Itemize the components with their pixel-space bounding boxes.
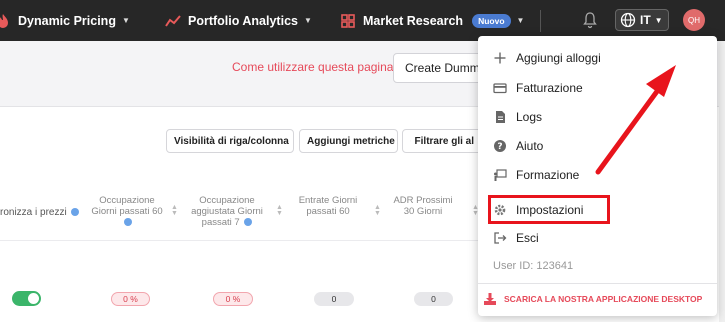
nav-dynamic-pricing-label: Dynamic Pricing (18, 13, 116, 28)
filter-button-label: Filtrare gli al (414, 135, 474, 147)
chevron-down-icon: ▼ (516, 16, 525, 25)
menu-item-label: Esci (516, 231, 539, 245)
occupancy-60-value: 0 % (111, 292, 150, 306)
nav-market-research[interactable]: Market Research Nuovo ▼ (341, 0, 524, 41)
presentation-icon (494, 169, 507, 181)
filter-button[interactable]: Filtrare gli al (402, 129, 482, 153)
trend-chart-icon (165, 14, 181, 27)
logout-icon (494, 232, 507, 244)
scrollbar[interactable] (719, 41, 725, 322)
menu-item-help[interactable]: ? Aiuto (493, 134, 698, 158)
help-icon: ? (494, 140, 506, 152)
filter-icon (410, 140, 411, 142)
column-header-sync[interactable]: ronizza i prezzi (0, 207, 80, 218)
download-icon (484, 293, 496, 305)
menu-item-exit[interactable]: Esci (493, 226, 698, 250)
menu-item-label: Formazione (516, 168, 580, 182)
column-header-label: Occupazione Giorni passati 60 (91, 195, 163, 217)
credit-card-icon (493, 83, 507, 94)
visibility-button-label: Visibilità di riga/colonna (174, 135, 289, 147)
nav-divider (540, 10, 541, 32)
table-divider (0, 240, 478, 241)
column-header-label: Entrate Giorni passati 60 (298, 195, 358, 217)
top-navigation-bar: Dynamic Pricing ▼ Portfolio Analytics ▼ … (0, 0, 725, 41)
language-label: IT (640, 13, 651, 27)
info-icon[interactable] (244, 218, 253, 227)
column-header-revenue-60[interactable]: Entrate Giorni passati 60 (292, 195, 364, 217)
flame-icon (0, 13, 8, 28)
sort-icon[interactable]: ▲ ▼ (171, 204, 178, 217)
help-link[interactable]: Come utilizzare questa pagina? (232, 60, 400, 74)
nav-portfolio-analytics-label: Portfolio Analytics (188, 13, 298, 28)
language-selector[interactable]: IT ▼ (615, 9, 669, 31)
menu-item-label: Logs (516, 110, 543, 124)
nav-dynamic-pricing[interactable]: Dynamic Pricing ▼ (0, 0, 130, 41)
add-metrics-button[interactable]: Aggiungi metriche ▼ (299, 129, 398, 153)
nav-portfolio-analytics[interactable]: Portfolio Analytics ▼ (165, 0, 312, 41)
bell-icon[interactable] (582, 11, 598, 29)
adr-30-value: 0 (414, 292, 453, 306)
menu-item-add-listings[interactable]: Aggiungi alloggi (493, 46, 698, 70)
adjusted-occupancy-value: 0 % (213, 292, 253, 306)
add-metrics-button-label: Aggiungi metriche (307, 135, 395, 147)
document-icon (496, 111, 505, 123)
user-dropdown-menu: Aggiungi alloggi Fatturazione Logs ? Aiu… (478, 36, 717, 316)
globe-icon (620, 12, 636, 28)
chevron-down-icon: ▼ (303, 16, 312, 25)
menu-divider (478, 283, 717, 284)
menu-item-training[interactable]: Formazione (493, 163, 698, 187)
column-header-label: Occupazione aggiustata Giorni passati 7 (191, 195, 263, 228)
download-desktop-app-link[interactable]: SCARICA LA NOSTRA APPLICAZIONE DESKTOP (483, 291, 702, 307)
info-icon[interactable] (71, 208, 80, 217)
new-badge: Nuovo (472, 13, 511, 28)
download-link-label: SCARICA LA NOSTRA APPLICAZIONE DESKTOP (504, 294, 703, 304)
column-header-label: ronizza i prezzi (0, 207, 67, 218)
svg-text:?: ? (497, 142, 502, 152)
menu-item-logs[interactable]: Logs (493, 105, 698, 129)
revenue-60-value: 0 (314, 292, 354, 306)
settings-highlight-annotation (488, 195, 610, 224)
column-header-adjusted-occupancy-7[interactable]: Occupazione aggiustata Giorni passati 7 (185, 195, 269, 228)
column-header-adr-30[interactable]: ADR Prossimi 30 Giorni (392, 195, 454, 217)
column-header-occupancy-60[interactable]: Occupazione Giorni passati 60 (91, 195, 163, 228)
menu-item-label: Aiuto (516, 139, 544, 153)
chevron-down-icon: ▼ (121, 16, 130, 25)
sync-prices-toggle[interactable] (12, 291, 41, 306)
nav-market-research-label: Market Research (363, 13, 464, 28)
plus-icon (494, 52, 506, 64)
menu-item-label: Fatturazione (516, 81, 583, 95)
grid-icon (341, 13, 355, 28)
visibility-button[interactable]: Visibilità di riga/colonna ▼ (166, 129, 294, 153)
chevron-down-icon: ▼ (654, 15, 663, 25)
user-id-text: User ID: 123641 (493, 260, 574, 272)
menu-item-billing[interactable]: Fatturazione (493, 76, 698, 100)
avatar[interactable]: QH (683, 9, 705, 31)
sort-icon[interactable]: ▲ ▼ (374, 204, 381, 217)
info-icon[interactable] (124, 218, 132, 227)
column-header-label: ADR Prossimi 30 Giorni (393, 195, 453, 217)
sort-icon[interactable]: ▲ ▼ (276, 204, 283, 217)
menu-item-label: Aggiungi alloggi (516, 51, 601, 65)
